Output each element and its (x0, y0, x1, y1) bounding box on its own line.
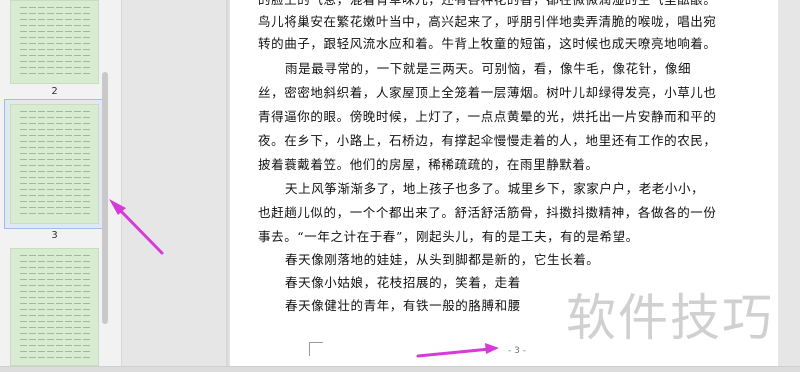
bottom-status-strip (0, 366, 800, 372)
watermark-text: 软件技巧 (566, 289, 774, 347)
